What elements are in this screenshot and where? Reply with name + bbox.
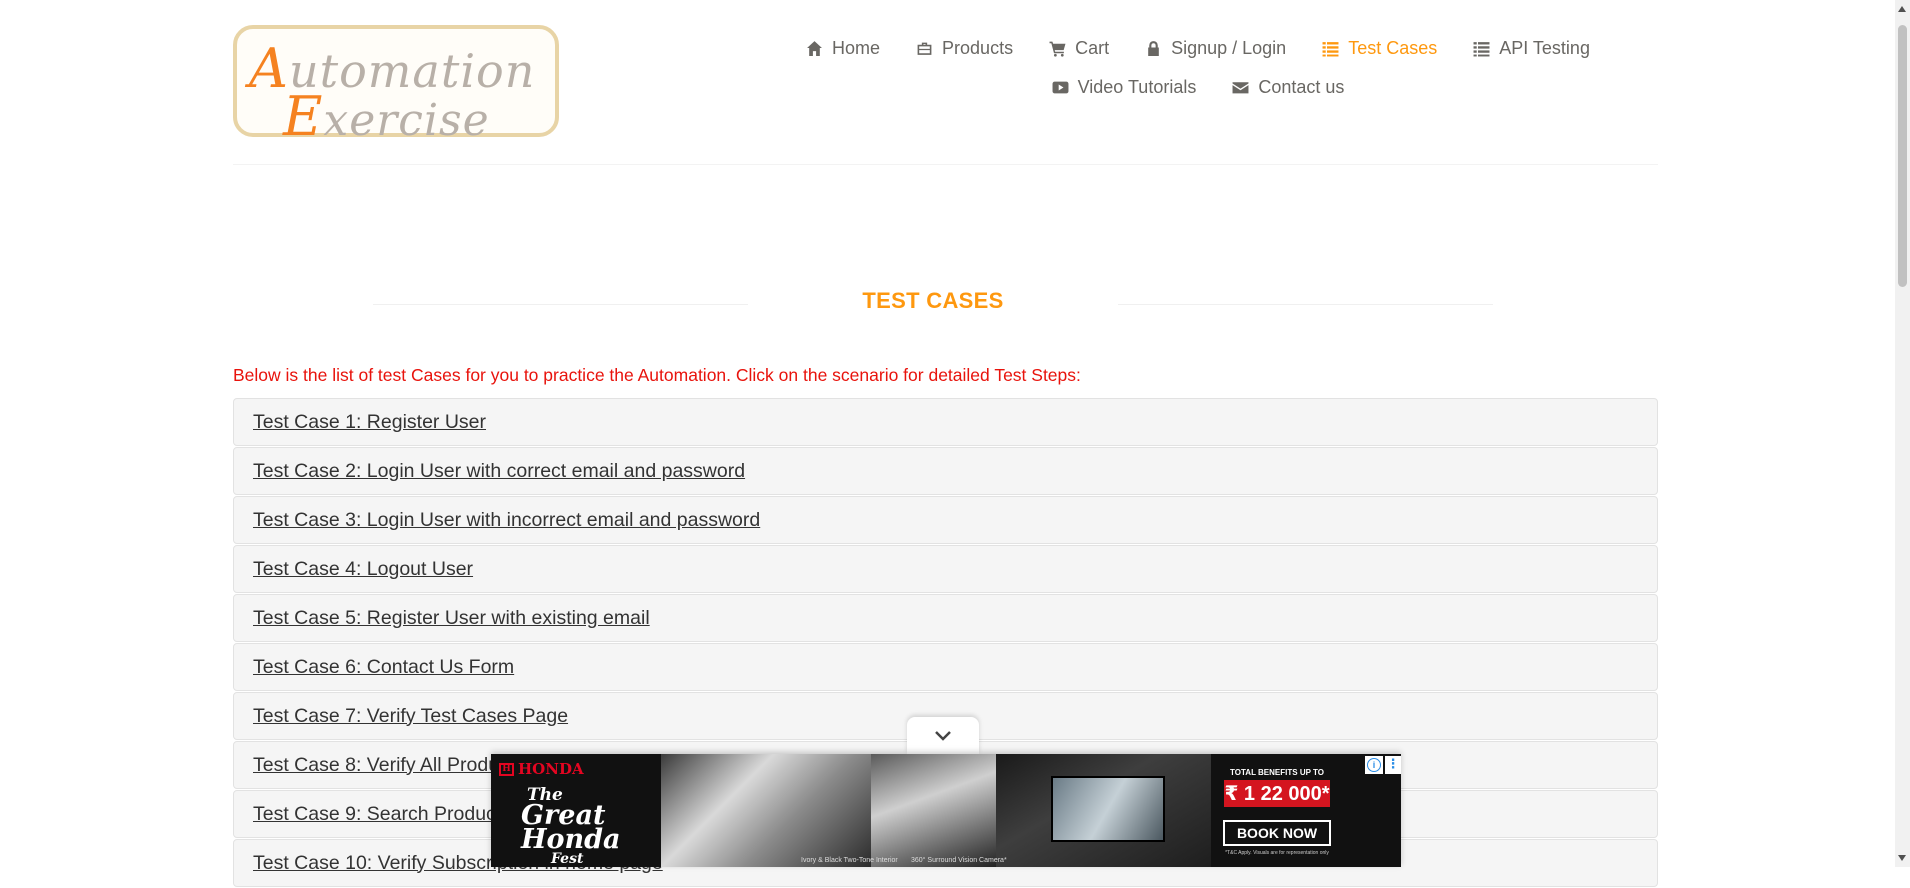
list-icon: [1322, 40, 1339, 57]
scroll-up-arrow-icon[interactable]: [1898, 6, 1906, 12]
lock-icon: [1145, 40, 1162, 57]
nav-link-cart[interactable]: Cart: [1031, 34, 1127, 63]
test-case-link[interactable]: Test Case 4: Logout User: [253, 558, 473, 581]
nav-link-label: API Testing: [1499, 38, 1590, 58]
main-nav: Home Products Cart Signup / Login Test Cases…: [693, 34, 1703, 102]
intro-text: Below is the list of test Cases for you …: [233, 365, 1081, 385]
automation-exercise-logo[interactable]: Automation Exercise: [233, 25, 559, 148]
test-case-panel[interactable]: Test Case 2: Login User with correct ema…: [233, 447, 1658, 495]
test-case-panel[interactable]: Test Case 1: Register User: [233, 398, 1658, 446]
ad-caption-interior: Ivory & Black Two-Tone Interior: [801, 857, 898, 864]
chevron-down-icon: [935, 730, 951, 741]
info-icon: i: [1367, 758, 1381, 772]
scroll-down-arrow-icon[interactable]: [1898, 855, 1906, 861]
test-case-link[interactable]: Test Case 2: Login User with correct ema…: [253, 460, 745, 483]
nav-row-secondary: Video Tutorials Contact us: [693, 73, 1703, 102]
scrollbar-thumb[interactable]: [1898, 25, 1907, 287]
ad-caption-camera: 360° Surround Vision Camera*: [911, 857, 1007, 864]
nav-link-api-testing[interactable]: API Testing: [1455, 34, 1608, 63]
nav-link-label: Signup / Login: [1171, 38, 1287, 58]
nav-link-signup-login[interactable]: Signup / Login: [1127, 34, 1304, 63]
nav-link-label: Test Cases: [1348, 38, 1438, 58]
nav-link-home[interactable]: Home: [788, 34, 898, 63]
honda-logo: H HONDA: [499, 760, 584, 778]
test-case-panel[interactable]: Test Case 3: Login User with incorrect e…: [233, 496, 1658, 544]
page-title: TEST CASES: [862, 288, 1004, 313]
ad-banner[interactable]: H HONDA The Great Honda Fest Ivory & Blac…: [491, 754, 1401, 867]
ad-collapse-button[interactable]: [907, 717, 979, 754]
ad-fest-title: The Great Honda Fest: [521, 785, 621, 867]
shopping-cart-icon: [1049, 40, 1066, 57]
nav-link-label: Cart: [1075, 38, 1110, 58]
home-icon: [806, 40, 823, 57]
test-case-panel[interactable]: Test Case 4: Logout User: [233, 545, 1658, 593]
test-case-link[interactable]: Test Case 6: Contact Us Form: [253, 656, 514, 679]
nav-link-label: Home: [832, 38, 881, 58]
test-case-link[interactable]: Test Case 3: Login User with incorrect e…: [253, 509, 760, 532]
page-scrollbar[interactable]: [1895, 0, 1910, 867]
nav-link-contact-us[interactable]: Contact us: [1214, 73, 1362, 102]
test-case-link[interactable]: Test Case 9: Search Product: [253, 803, 501, 826]
youtube-play-icon: [1052, 79, 1069, 96]
nav-link-label: Video Tutorials: [1077, 77, 1197, 97]
ad-terms: *T&C Apply. Visuals are for representati…: [1225, 850, 1329, 856]
nav-link-label: Contact us: [1258, 77, 1345, 97]
ad-image-screen: [1051, 776, 1165, 842]
test-case-panel[interactable]: Test Case 5: Register User with existing…: [233, 594, 1658, 642]
nav-link-label: Products: [942, 38, 1014, 58]
nav-link-video-tutorials[interactable]: Video Tutorials: [1034, 73, 1215, 102]
ad-info-button[interactable]: i: [1365, 756, 1383, 774]
nav-row-primary: Home Products Cart Signup / Login Test Cases…: [693, 34, 1703, 63]
ad-offer: TOTAL BENEFITS UP TO ₹ 1 22 000* BOOK NO…: [1207, 768, 1347, 856]
list-icon: [1473, 40, 1490, 57]
ad-image-seats-rear: [871, 754, 996, 867]
ad-book-now-button[interactable]: BOOK NOW: [1223, 820, 1331, 846]
test-case-link[interactable]: Test Case 7: Verify Test Cases Page: [253, 705, 568, 728]
ad-benefit-amount: ₹ 1 22 000*: [1224, 780, 1330, 807]
section-title-wrap: TEST CASES: [373, 286, 1493, 320]
test-case-link[interactable]: Test Case 5: Register User with existing…: [253, 607, 650, 630]
test-case-link[interactable]: Test Case 1: Register User: [253, 411, 486, 434]
ad-benefit-label: TOTAL BENEFITS UP TO: [1230, 768, 1324, 777]
test-case-panel[interactable]: Test Case 6: Contact Us Form: [233, 643, 1658, 691]
ad-more-options-icon[interactable]: ⋮: [1385, 756, 1401, 774]
envelope-icon: [1232, 79, 1249, 96]
ad-image-seats: [661, 754, 871, 867]
briefcase-icon: [916, 40, 933, 57]
nav-link-products[interactable]: Products: [898, 34, 1031, 63]
nav-link-test-cases[interactable]: Test Cases: [1304, 34, 1455, 63]
header-divider: [233, 164, 1658, 165]
